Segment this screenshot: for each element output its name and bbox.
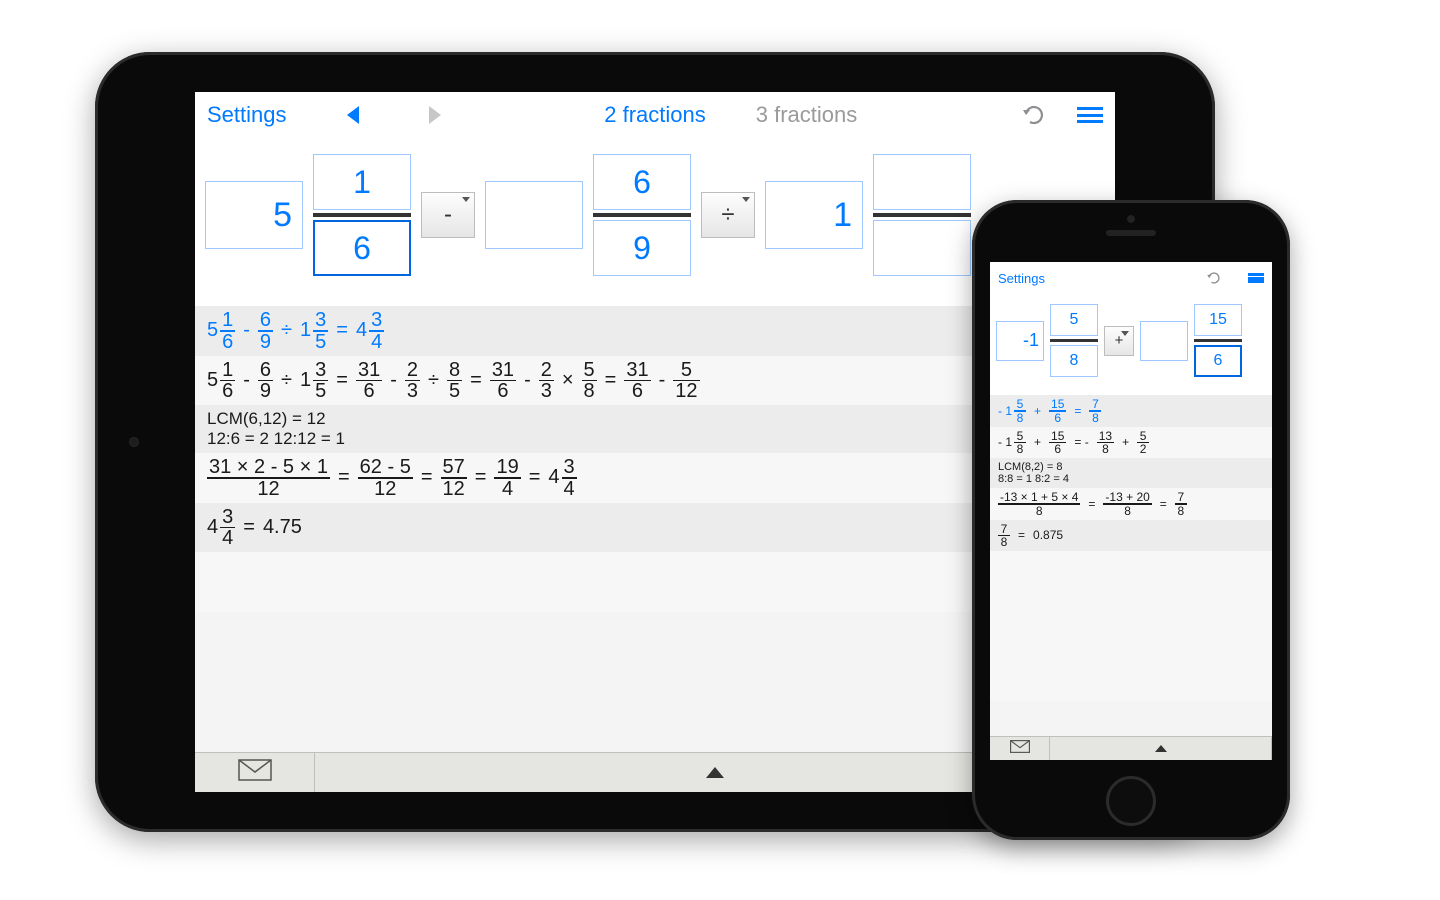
fraction2-denominator-input[interactable]: 9 bbox=[593, 220, 691, 276]
fraction3-numerator-input[interactable] bbox=[873, 154, 971, 210]
iphone-bottombar bbox=[990, 736, 1272, 760]
fraction1-denominator-input[interactable]: 8 bbox=[1050, 345, 1098, 377]
fraction2-stack: 6 9 bbox=[593, 154, 691, 276]
expand-keyboard-button[interactable] bbox=[1050, 737, 1272, 760]
fraction1-whole-input[interactable]: -1 bbox=[996, 321, 1044, 361]
fraction-bar bbox=[313, 213, 411, 217]
fraction3-whole-input[interactable]: 1 bbox=[765, 181, 863, 249]
menu-icon[interactable] bbox=[1077, 107, 1103, 123]
fraction1-denominator-input[interactable]: 6 bbox=[313, 220, 411, 276]
tab-3-fractions[interactable]: 3 fractions bbox=[756, 102, 858, 128]
undo-icon[interactable] bbox=[1021, 104, 1047, 126]
fraction3-stack bbox=[873, 154, 971, 276]
solution-row-step1: - 158 + 156 = - 138 + 52 bbox=[990, 427, 1272, 459]
operator2-select[interactable]: ÷ bbox=[701, 192, 755, 238]
settings-button[interactable]: Settings bbox=[998, 271, 1045, 286]
fraction2-whole-input[interactable] bbox=[1140, 321, 1188, 361]
mail-icon bbox=[238, 759, 272, 786]
fraction2-stack: 15 6 bbox=[1194, 304, 1242, 377]
iphone-screen: Settings -1 5 8 + 15 6 bbox=[990, 262, 1272, 760]
solution-row-blank bbox=[990, 551, 1272, 701]
solution-row-lcm: LCM(8,2) = 8 8:8 = 1 8:2 = 4 bbox=[990, 458, 1272, 488]
tab-2-fractions[interactable]: 2 fractions bbox=[604, 102, 706, 128]
mail-icon bbox=[1010, 740, 1030, 758]
history-next-icon[interactable] bbox=[429, 106, 441, 124]
chevron-up-icon bbox=[1155, 745, 1167, 752]
fraction3-denominator-input[interactable] bbox=[873, 220, 971, 276]
iphone-input-row: -1 5 8 + 15 6 bbox=[990, 294, 1272, 395]
fraction-bar bbox=[873, 213, 971, 217]
iphone-solution-area: - 158 + 156 = 78 - 158 + 156 = - 138 + 5… bbox=[990, 395, 1272, 760]
mail-button[interactable] bbox=[195, 753, 315, 792]
mail-button[interactable] bbox=[990, 737, 1050, 760]
fraction2-numerator-input[interactable]: 6 bbox=[593, 154, 691, 210]
fraction1-stack: 5 8 bbox=[1050, 304, 1098, 377]
fraction1-whole-input[interactable]: 5 bbox=[205, 181, 303, 249]
fraction2-numerator-input[interactable]: 15 bbox=[1194, 304, 1242, 336]
fraction-bar bbox=[593, 213, 691, 217]
iphone-device: Settings -1 5 8 + 15 6 bbox=[972, 200, 1290, 840]
iphone-camera-dot bbox=[1127, 215, 1135, 223]
fraction1-numerator-input[interactable]: 1 bbox=[313, 154, 411, 210]
solution-row-step2: -13 × 1 + 5 × 48 = -13 + 208 = 78 bbox=[990, 488, 1272, 520]
solution-row-decimal: 78 = 0.875 bbox=[990, 520, 1272, 552]
menu-icon[interactable] bbox=[1248, 273, 1264, 283]
fraction2-denominator-input[interactable]: 6 bbox=[1194, 345, 1242, 377]
undo-icon[interactable] bbox=[1206, 271, 1222, 285]
ipad-topbar: Settings 2 fractions 3 fractions bbox=[195, 92, 1115, 138]
solution-row-summary: - 158 + 156 = 78 bbox=[990, 395, 1272, 427]
fraction1-numerator-input[interactable]: 5 bbox=[1050, 304, 1098, 336]
history-prev-icon[interactable] bbox=[347, 106, 359, 124]
operator1-select[interactable]: - bbox=[421, 192, 475, 238]
fraction2-whole-input[interactable] bbox=[485, 181, 583, 249]
fraction-bar bbox=[1194, 339, 1242, 342]
operator1-select[interactable]: + bbox=[1104, 326, 1134, 356]
settings-button[interactable]: Settings bbox=[207, 102, 287, 128]
fraction-bar bbox=[1050, 339, 1098, 342]
iphone-topbar: Settings bbox=[990, 262, 1272, 294]
iphone-speaker bbox=[1106, 230, 1156, 236]
fraction1-stack: 1 6 bbox=[313, 154, 411, 276]
iphone-home-button[interactable] bbox=[1106, 776, 1156, 826]
ipad-camera-dot bbox=[129, 437, 139, 447]
chevron-up-icon bbox=[706, 767, 724, 778]
